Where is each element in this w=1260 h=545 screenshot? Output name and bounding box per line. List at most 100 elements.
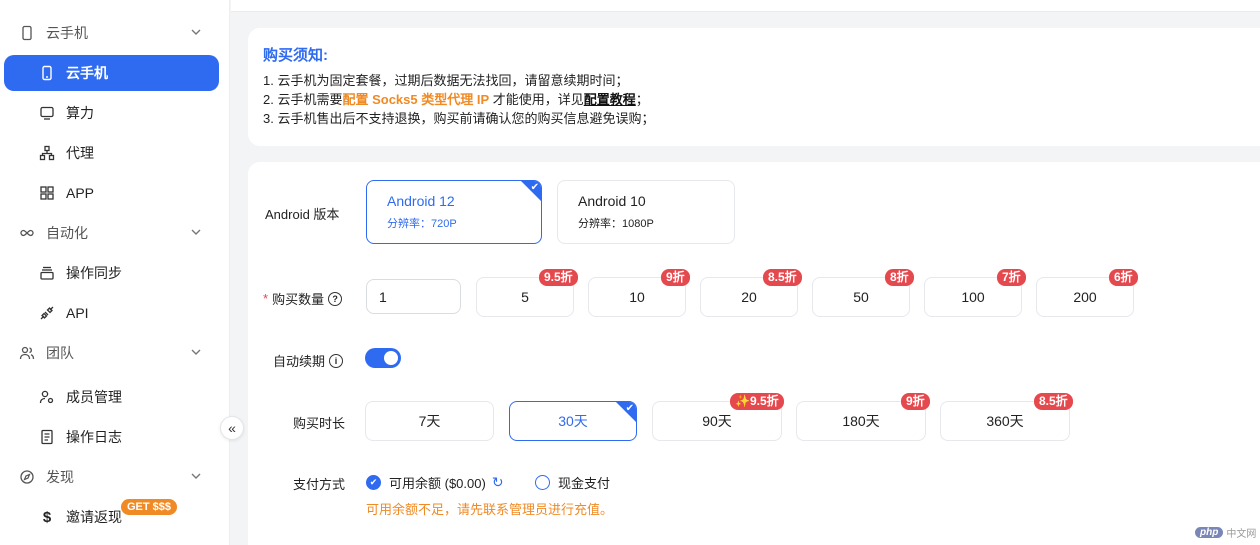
discount-badge: 8.5折 <box>1034 393 1073 410</box>
plug-icon <box>38 304 56 322</box>
discount-badge: 9折 <box>661 269 690 286</box>
sidebar-item-members[interactable]: 成员管理 <box>4 379 219 415</box>
sidebar-item-label: 操作同步 <box>66 265 122 281</box>
sidebar-item-label: API <box>66 305 89 321</box>
refresh-icon[interactable]: ↻ <box>492 474 504 491</box>
required-mark: * <box>263 291 269 306</box>
check-icon: ✔ <box>625 403 634 414</box>
infinity-icon <box>18 224 36 242</box>
version-name: Android 12 <box>387 193 455 209</box>
sidebar-item-sync[interactable]: 操作同步 <box>4 255 219 291</box>
collapse-sidebar-button[interactable]: « <box>220 416 244 440</box>
watermark: php 中文网 <box>1195 525 1256 540</box>
chevron-down-icon <box>191 473 201 479</box>
info-icon[interactable]: i <box>329 353 344 368</box>
quantity-label: * 购买数量 ? <box>263 289 343 308</box>
auto-renew-toggle[interactable] <box>365 348 401 368</box>
sidebar-item-label: 成员管理 <box>66 389 122 405</box>
notice-line-2: 2. 云手机需要配置 Socks5 类型代理 IP 才能使用，详见配置教程； <box>263 90 1260 109</box>
sidebar-item-proxy[interactable]: 代理 <box>4 135 219 171</box>
sidebar-group-discover[interactable]: 发现 <box>4 459 219 495</box>
purchase-notice: 购买须知: 1. 云手机为固定套餐，过期后数据无法找回，请留意续期时间； 2. … <box>248 28 1260 146</box>
version-name: Android 10 <box>578 193 646 209</box>
auto-renew-label-text: 自动续期 <box>273 354 326 369</box>
notice-line-1: 1. 云手机为固定套餐，过期后数据无法找回，请留意续期时间； <box>263 73 629 88</box>
sidebar-item-label: 算力 <box>66 105 94 121</box>
discount-badge: 9.5折 <box>539 269 578 286</box>
radio-checked-icon: ✔ <box>366 475 381 490</box>
version-resolution: 分辨率：1080P <box>578 218 654 230</box>
duration-option-7[interactable]: 7天 <box>365 401 494 441</box>
version-option-android-12[interactable]: ✔ Android 12 分辨率：720P <box>366 180 542 244</box>
sidebar-item-referral[interactable]: $ 邀请返现 <box>4 499 219 535</box>
sidebar-item-label: APP <box>66 185 95 201</box>
discount-badge: 8折 <box>885 269 914 286</box>
notice-text: 2. 云手机需要 <box>263 92 343 107</box>
sidebar-group-label: 团队 <box>46 345 74 361</box>
sidebar-group-automation[interactable]: 自动化 <box>4 215 219 251</box>
android-version-label: Android 版本 <box>265 207 340 222</box>
compass-icon <box>18 468 36 486</box>
duration-label-text: 30天 <box>558 413 588 429</box>
sidebar-group-team[interactable]: 团队 <box>4 335 219 371</box>
quantity-label-text: 购买数量 <box>272 292 325 307</box>
sidebar-item-label: 操作日志 <box>66 429 122 445</box>
payment-cash-label: 现金支付 <box>558 476 611 491</box>
chevron-down-icon <box>191 229 201 235</box>
discount-badge: 6折 <box>1109 269 1138 286</box>
sidebar-group-cloud-phone[interactable]: 云手机 <box>4 15 219 51</box>
chevron-down-icon <box>191 349 201 355</box>
notice-text: 才能使用，详见 <box>489 92 584 107</box>
grid-icon <box>38 184 56 202</box>
sidebar-group-label: 云手机 <box>46 25 88 41</box>
quantity-input[interactable]: 1 <box>366 279 461 314</box>
check-icon: ✔ <box>530 182 539 193</box>
sidebar-item-api[interactable]: API <box>4 295 219 331</box>
duration-label: 购买时长 <box>293 416 346 431</box>
duration-option-30[interactable]: ✔ 30天 <box>509 401 637 441</box>
document-icon <box>38 428 56 446</box>
users-icon <box>18 344 36 362</box>
top-bar <box>231 0 1260 12</box>
sidebar-item-logs[interactable]: 操作日志 <box>4 419 219 455</box>
get-money-badge: GET $$$ <box>121 499 178 515</box>
dollar-icon: $ <box>42 508 52 526</box>
user-settings-icon <box>38 388 56 406</box>
radio-unchecked-icon <box>535 475 550 490</box>
payment-label: 支付方式 <box>293 477 346 492</box>
chevron-down-icon <box>191 29 201 35</box>
socks5-highlight: 配置 Socks5 类型代理 IP <box>342 92 490 107</box>
sidebar-item-label: 邀请返现 <box>66 509 122 525</box>
payment-balance-radio[interactable]: ✔ 可用余额 ($0.00) ↻ <box>366 473 504 492</box>
sidebar-item-cloud-phone[interactable]: 云手机 <box>4 55 219 91</box>
sidebar-item-app[interactable]: APP <box>4 175 219 211</box>
auto-renew-label: 自动续期 i <box>273 351 344 370</box>
discount-badge: 8.5折 <box>763 269 802 286</box>
toggle-knob <box>384 351 398 365</box>
layers-icon <box>38 264 56 282</box>
sidebar-item-compute[interactable]: 算力 <box>4 95 219 131</box>
sidebar-group-label: 自动化 <box>46 225 88 241</box>
phone-icon <box>38 64 56 82</box>
discount-badge: 7折 <box>997 269 1026 286</box>
php-logo: php <box>1195 527 1224 538</box>
watermark-text: 中文网 <box>1226 529 1257 540</box>
notice-line-3: 3. 云手机售出后不支持退换，购买前请确认您的购买信息避免误购； <box>263 111 655 126</box>
config-tutorial-link[interactable]: 配置教程 <box>584 92 636 107</box>
network-icon <box>38 144 56 162</box>
notice-title: 购买须知: <box>263 47 328 64</box>
balance-warning: 可用余额不足，请先联系管理员进行充值。 <box>366 502 614 517</box>
payment-balance-label: 可用余额 ($0.00) <box>389 476 486 491</box>
sidebar: 云手机 云手机 算力 代理 APP 自动化 操作同步 API 团队 成员管理 操… <box>0 0 230 545</box>
version-option-android-10[interactable]: Android 10 分辨率：1080P <box>557 180 735 244</box>
version-resolution: 分辨率：720P <box>387 218 457 230</box>
discount-badge: 9折 <box>901 393 930 410</box>
sidebar-item-label: 云手机 <box>66 65 108 81</box>
payment-cash-radio[interactable]: 现金支付 <box>535 473 610 492</box>
sidebar-item-label: 代理 <box>66 145 94 161</box>
phone-outline-icon <box>18 24 36 42</box>
discount-badge: ✨9.5折 <box>730 393 784 410</box>
notice-text: ； <box>635 92 649 107</box>
sidebar-group-label: 发现 <box>46 469 74 485</box>
question-icon[interactable]: ? <box>328 291 343 306</box>
